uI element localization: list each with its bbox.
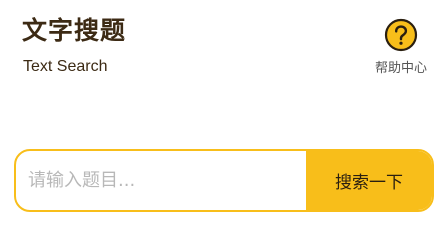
search-input[interactable]: [16, 151, 306, 210]
help-center-label: 帮助中心: [374, 61, 427, 76]
question-circle-icon: [384, 18, 418, 52]
help-center-button[interactable]: 帮助中心: [366, 16, 436, 82]
page-title: 文字搜题: [22, 16, 127, 45]
search-button[interactable]: 搜索一下: [306, 151, 432, 210]
search-bar: 搜索一下: [14, 149, 434, 212]
page-subtitle: Text Search: [23, 58, 108, 75]
